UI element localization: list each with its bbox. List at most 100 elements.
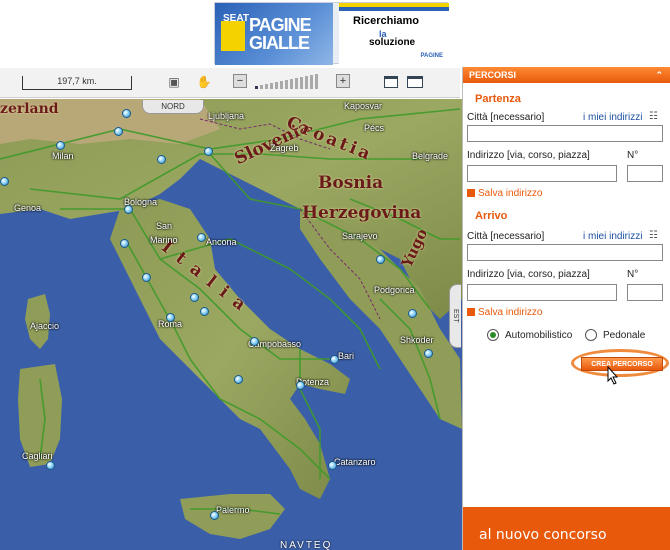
city-marker[interactable] xyxy=(424,349,433,358)
city-marker[interactable] xyxy=(166,313,175,322)
seat-logo: SEAT PAGINE GIALLE xyxy=(215,3,333,65)
city-marker[interactable] xyxy=(124,205,133,214)
city-label-shkoder: Shkoder xyxy=(400,335,434,345)
arrivo-salva-link[interactable]: Salva indirizzo xyxy=(467,307,542,318)
scale-label: 197,7 km. xyxy=(57,76,97,86)
partenza-miei-indirizzi-link[interactable]: i miei indirizzi xyxy=(583,112,642,123)
gialle-label: GIALLE xyxy=(249,33,310,53)
hand-pan-icon[interactable]: ✋ xyxy=(196,74,212,90)
city-marker[interactable] xyxy=(204,147,213,156)
pedonale-label: Pedonale xyxy=(603,330,646,341)
maximize-window-icon[interactable] xyxy=(407,76,423,88)
arrivo-citta-input[interactable] xyxy=(467,244,663,261)
city-marker[interactable] xyxy=(200,307,209,316)
region-label-herzegovina: Herzegovina xyxy=(302,203,422,223)
partenza-indirizzo-input[interactable] xyxy=(467,165,617,182)
arrivo-indirizzo-input[interactable] xyxy=(467,284,617,301)
city-label-milan: Milan xyxy=(52,151,74,161)
city-marker[interactable] xyxy=(408,309,417,318)
city-marker[interactable] xyxy=(190,293,199,302)
city-label-ajaccio: Ajaccio xyxy=(30,321,60,331)
city-marker[interactable] xyxy=(114,127,123,136)
city-marker[interactable] xyxy=(120,239,129,248)
small-logo: PAGINE xyxy=(420,53,443,59)
city-marker[interactable] xyxy=(122,109,131,118)
city-marker[interactable] xyxy=(210,511,219,520)
stripe-blue xyxy=(339,7,449,11)
arrivo-miei-indirizzi-link[interactable]: i miei indirizzi xyxy=(583,231,642,242)
city-marker[interactable] xyxy=(0,177,9,186)
tagline-line3: soluzione xyxy=(369,37,416,48)
promo-banner[interactable]: al nuovo concorso xyxy=(463,507,670,550)
seat-label: SEAT xyxy=(223,13,249,24)
partenza-numero-label: N° xyxy=(627,150,639,161)
automobilistico-label: Automobilistico xyxy=(505,330,573,341)
city-label-cagliari: Cagliari xyxy=(22,451,53,461)
arrivo-citta-label: Città [necessario] xyxy=(467,231,545,242)
pan-north-button[interactable]: NORD xyxy=(142,100,204,114)
mouse-cursor-icon xyxy=(607,366,619,385)
panel-title: PERCORSI xyxy=(469,70,517,80)
arrivo-heading: Arrivo xyxy=(475,210,508,222)
tagline-line1: Ricerchiamo xyxy=(353,15,420,27)
city-marker[interactable] xyxy=(330,355,339,364)
zoom-area-icon[interactable]: ▣ xyxy=(166,74,182,90)
panel-header[interactable]: PERCORSI ⌃ xyxy=(463,67,670,83)
city-marker[interactable] xyxy=(250,337,259,346)
city-marker[interactable] xyxy=(46,461,55,470)
city-marker[interactable] xyxy=(296,381,305,390)
tagline-box: Ricerchiamo la soluzione PAGINE xyxy=(339,3,449,65)
partenza-citta-input[interactable] xyxy=(467,125,663,142)
city-marker[interactable] xyxy=(328,461,337,470)
save-icon xyxy=(467,189,475,197)
city-marker[interactable] xyxy=(157,155,166,164)
automobilistico-radio[interactable] xyxy=(487,329,499,341)
address-book-icon[interactable]: ☷ xyxy=(649,230,658,241)
pedonale-radio[interactable] xyxy=(585,329,597,341)
city-label-marino: Marino xyxy=(150,235,178,245)
arrivo-numero-label: N° xyxy=(627,269,639,280)
partenza-salva-label: Salva indirizzo xyxy=(478,188,543,199)
region-label-bosnia: Bosnia xyxy=(318,173,384,193)
city-marker[interactable] xyxy=(234,375,243,384)
promo-text: al nuovo concorso xyxy=(479,527,607,543)
city-label-san: San xyxy=(156,221,173,231)
city-label-ljubljana: Ljubljana xyxy=(208,111,245,121)
zoom-slider[interactable] xyxy=(255,74,318,89)
address-book-icon[interactable]: ☷ xyxy=(649,111,658,122)
partenza-salva-link[interactable]: Salva indirizzo xyxy=(467,188,542,199)
scale-bar: 197,7 km. xyxy=(22,76,132,90)
restore-window-icon[interactable] xyxy=(384,76,398,88)
arrivo-indirizzo-label: Indirizzo [via, corso, piazza] xyxy=(467,269,590,280)
region-label-switzerland: zerland xyxy=(0,101,59,117)
city-marker[interactable] xyxy=(142,273,151,282)
zoom-in-button[interactable]: + xyxy=(336,74,350,88)
partenza-heading: Partenza xyxy=(475,93,521,105)
city-label-belgrade: Belgrade xyxy=(412,151,449,161)
routes-panel: PERCORSI ⌃ Partenza Città [necessario] i… xyxy=(462,67,670,550)
partenza-numero-input[interactable] xyxy=(627,165,663,182)
city-label-zagreb: Zagreb xyxy=(270,143,299,153)
city-label-catanzaro: Catanzaro xyxy=(334,457,376,467)
city-marker[interactable] xyxy=(197,233,206,242)
pagine-gialle-banner[interactable]: SEAT PAGINE GIALLE Ricerchiamo la soluzi… xyxy=(214,2,449,65)
pan-east-button[interactable]: EST xyxy=(449,284,461,348)
crea-percorso-button[interactable]: CREA PERCORSO xyxy=(581,357,663,371)
map-copyright: NAVTEQ xyxy=(280,540,333,550)
city-marker[interactable] xyxy=(56,141,65,150)
city-label-ancona: Ancona xyxy=(206,237,237,247)
city-label-bari: Bari xyxy=(338,351,355,361)
city-label-sarajevo: Sarajevo xyxy=(342,231,378,241)
city-label-kaposvar: Kaposvar xyxy=(344,101,383,111)
zoom-out-button[interactable]: − xyxy=(233,74,247,88)
city-label-podgorica: Podgorica xyxy=(374,285,415,295)
arrivo-numero-input[interactable] xyxy=(627,284,663,301)
chevron-up-icon[interactable]: ⌃ xyxy=(655,67,663,83)
city-label-pecs: Pécs xyxy=(364,123,385,133)
city-label-palermo: Palermo xyxy=(216,505,250,515)
city-marker[interactable] xyxy=(376,255,385,264)
yellow-block xyxy=(221,21,245,51)
save-icon xyxy=(467,308,475,316)
partenza-citta-label: Città [necessario] xyxy=(467,112,545,123)
map-view[interactable]: zerland Slovenia Croatia Bosnia Herzegov… xyxy=(0,99,462,550)
